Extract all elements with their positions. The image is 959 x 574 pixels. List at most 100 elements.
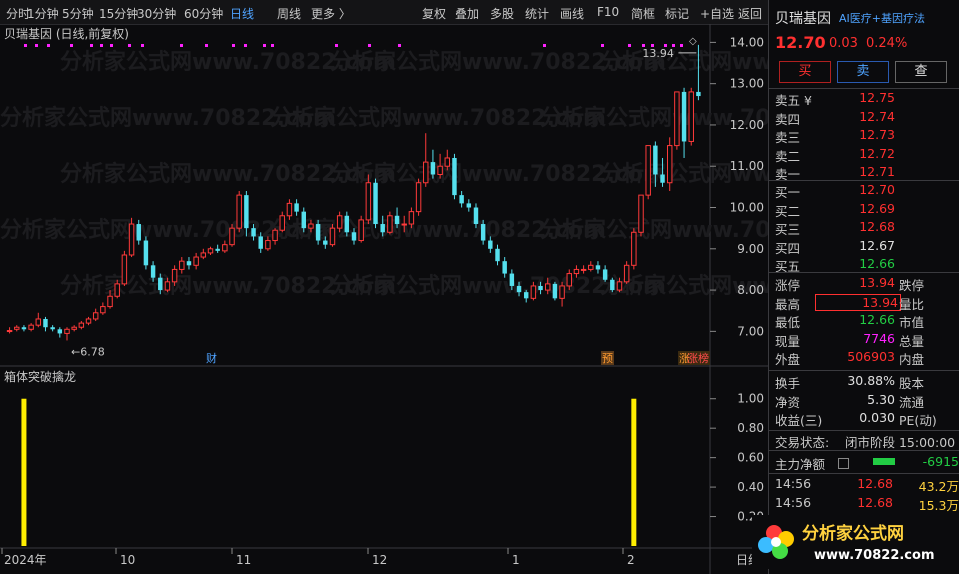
candle-body — [251, 228, 256, 237]
tool-button-1[interactable]: 叠加 — [455, 5, 479, 22]
candle-body — [14, 326, 20, 330]
candle-body — [121, 254, 128, 285]
sell-button[interactable]: 卖 — [837, 61, 889, 83]
watermark-text: 分析家公式网www.70822.com — [540, 217, 768, 243]
candle-body — [566, 273, 572, 287]
period-tab-5[interactable]: 60分钟 — [184, 5, 223, 22]
candle-body — [509, 273, 515, 286]
signal-dot — [398, 44, 401, 47]
candle-body — [100, 306, 106, 314]
candle-body — [329, 227, 336, 246]
chart-area[interactable]: 分析家公式网www.70822.com分析家公式网www.70822.com分析… — [0, 24, 768, 574]
candle-body — [595, 265, 601, 270]
signal-dot — [680, 44, 683, 47]
candle-body — [35, 318, 42, 326]
candle-body — [430, 162, 436, 175]
candle-body — [215, 248, 220, 251]
price-tick-label: 11.00 — [730, 159, 764, 173]
candle-body — [158, 277, 163, 291]
signal-dot — [664, 44, 667, 47]
candle-body — [50, 327, 55, 330]
candle-body — [681, 91, 687, 142]
signal-dot — [651, 44, 654, 47]
period-tab-4[interactable]: 30分钟 — [137, 5, 176, 22]
diamond-icon: ◇ — [689, 36, 697, 47]
period-tab-2[interactable]: 5分钟 — [62, 5, 94, 22]
signal-dot — [180, 44, 183, 47]
indicator-title: 箱体突破擒龙 — [4, 370, 77, 384]
signal-dot — [543, 44, 546, 47]
candle-body — [323, 240, 328, 245]
buy-button[interactable]: 买 — [779, 61, 831, 83]
indicator-bar — [631, 398, 637, 546]
candle-body — [660, 174, 665, 183]
period-tab-1[interactable]: 1分钟 — [27, 5, 59, 22]
period-tab-8[interactable]: 更多 〉 — [311, 5, 351, 22]
tool-button-5[interactable]: F10 — [597, 5, 619, 19]
ind-tick-label: 0.80 — [737, 421, 764, 435]
concept-tags[interactable]: AI医疗+基因疗法 — [839, 10, 925, 26]
candle-body — [688, 91, 694, 142]
tool-button-6[interactable]: 简框 — [631, 5, 655, 22]
signal-dot — [232, 44, 235, 47]
query-button[interactable]: 查 — [895, 61, 947, 83]
tool-button-4[interactable]: 画线 — [560, 5, 584, 22]
candle-body — [495, 248, 500, 262]
signal-dot — [601, 44, 604, 47]
price-change: 0.03 — [829, 36, 858, 51]
signal-dot — [205, 44, 208, 47]
candle-body — [602, 269, 608, 280]
candle-body — [573, 268, 580, 275]
tool-button-7[interactable]: 标记 — [665, 5, 689, 22]
signal-dot — [70, 44, 73, 47]
candle-body — [645, 145, 651, 196]
candle-body — [222, 244, 228, 252]
tool-button-0[interactable]: 复权 — [422, 5, 446, 22]
candle-body — [294, 203, 299, 212]
candle-body — [623, 264, 630, 283]
candle-body — [580, 268, 587, 271]
candle-body — [107, 295, 113, 308]
stock-name: 贝瑞基因 — [775, 11, 831, 27]
price-tick-label: 10.00 — [730, 201, 764, 215]
candle-body — [150, 265, 156, 278]
signal-dot — [672, 44, 675, 47]
price-tick-label: 9.00 — [737, 242, 764, 256]
svg-text:分析家公式网: 分析家公式网 — [802, 523, 904, 544]
flow-menu-icon[interactable] — [838, 458, 849, 469]
candle-body — [373, 182, 378, 225]
candle-body — [674, 91, 680, 147]
candle-body — [387, 215, 393, 233]
candle-body — [308, 223, 314, 229]
candle-body — [380, 224, 385, 233]
date-label: 1 — [512, 553, 520, 567]
event-marker-rank: 涨榜 — [687, 351, 709, 365]
quote-panel: 贝瑞基因 AI医疗+基因疗法 12.70 0.03 0.24% 买 卖 查 卖五… — [768, 0, 959, 574]
tool-button-2[interactable]: 多股 — [490, 5, 514, 22]
price-tick-label: 7.00 — [737, 324, 764, 338]
candle-body — [57, 329, 63, 334]
event-marker-finance: 财 — [206, 351, 217, 365]
candle-body — [480, 224, 486, 241]
signal-dot — [90, 44, 93, 47]
signal-dot — [368, 44, 371, 47]
signal-dot — [128, 44, 131, 47]
tool-button-9[interactable]: 返回 — [738, 5, 762, 22]
candle-body — [666, 145, 673, 184]
tool-button-8[interactable]: +自选 — [700, 5, 734, 22]
event-marker-forecast: 预 — [602, 352, 613, 365]
candle-body — [200, 252, 207, 258]
signal-dot — [35, 44, 38, 47]
candle-body — [85, 318, 92, 324]
signal-dot — [263, 44, 266, 47]
tool-button-3[interactable]: 统计 — [525, 5, 549, 22]
period-tab-6[interactable]: 日线 — [230, 5, 254, 22]
period-tab-3[interactable]: 15分钟 — [99, 5, 138, 22]
date-label: 11 — [236, 553, 251, 567]
signal-dot — [628, 44, 631, 47]
candle-body — [128, 223, 135, 256]
candle-body — [365, 182, 372, 221]
period-tab-7[interactable]: 周线 — [277, 5, 301, 22]
candle-body — [696, 91, 701, 97]
high-label: 13.94 — [642, 47, 674, 60]
